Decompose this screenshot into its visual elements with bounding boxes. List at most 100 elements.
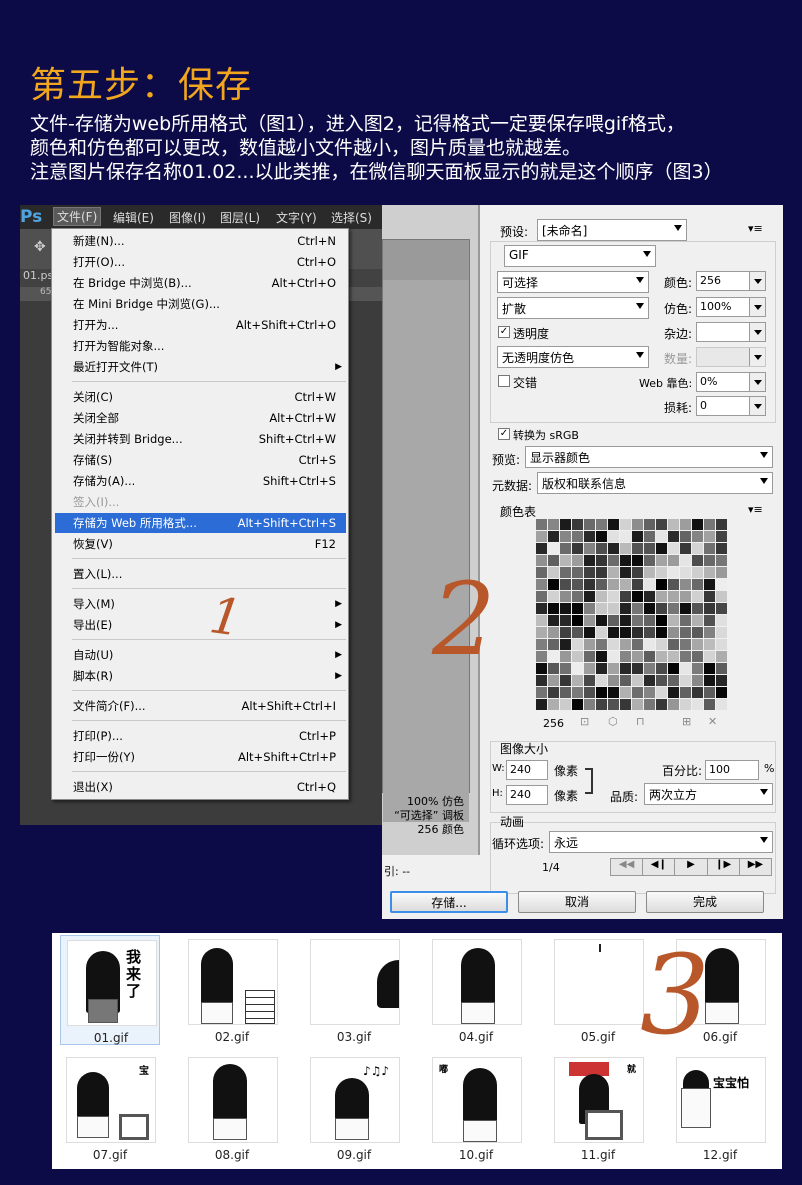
file-item[interactable]: 嘟 10.gif [426, 1053, 526, 1163]
palette-swatch[interactable] [644, 579, 655, 590]
palette-swatch[interactable] [692, 663, 703, 674]
palette-swatch[interactable] [632, 675, 643, 686]
menu-type[interactable]: 文字(Y) [276, 209, 317, 226]
palette-swatch[interactable] [632, 555, 643, 566]
menu-item-new[interactable]: 新建(N)... Ctrl+N [55, 231, 346, 251]
palette-swatch[interactable] [620, 567, 631, 578]
palette-swatch[interactable] [632, 651, 643, 662]
palette-swatch[interactable] [668, 615, 679, 626]
palette-swatch[interactable] [596, 531, 607, 542]
palette-swatch[interactable] [656, 603, 667, 614]
prev-frame-icon[interactable]: ◀❙ [643, 859, 676, 875]
palette-swatch[interactable] [668, 663, 679, 674]
palette-swatch[interactable] [692, 555, 703, 566]
palette-swatch[interactable] [656, 591, 667, 602]
palette-swatch[interactable] [608, 531, 619, 542]
palette-swatch[interactable] [584, 603, 595, 614]
menu-item-recent[interactable]: 最近打开文件(T) ▶ [55, 357, 346, 377]
palette-swatch[interactable] [704, 531, 715, 542]
palette-swatch[interactable] [668, 639, 679, 650]
palette-swatch[interactable] [680, 543, 691, 554]
color-palette[interactable] [536, 519, 728, 711]
palette-swatch[interactable] [572, 675, 583, 686]
palette-swatch[interactable] [608, 615, 619, 626]
menu-file[interactable]: 文件(F) [53, 207, 102, 226]
loop-select[interactable]: 永远 [549, 831, 773, 853]
palette-swatch[interactable] [596, 639, 607, 650]
file-item[interactable]: 02.gif [182, 935, 282, 1045]
height-input[interactable]: 240 [506, 785, 548, 805]
palette-swatch[interactable] [572, 531, 583, 542]
palette-swatch[interactable] [644, 639, 655, 650]
menu-item-print[interactable]: 打印(P)... Ctrl+P [55, 726, 346, 746]
palette-swatch[interactable] [536, 627, 547, 638]
palette-swatch[interactable] [620, 627, 631, 638]
transparency-checkbox[interactable]: ✓ [498, 326, 510, 338]
palette-swatch[interactable] [680, 627, 691, 638]
palette-swatch[interactable] [644, 591, 655, 602]
palette-swatch[interactable] [596, 579, 607, 590]
palette-swatch[interactable] [692, 675, 703, 686]
palette-swatch[interactable] [656, 531, 667, 542]
palette-swatch[interactable] [548, 603, 559, 614]
file-item[interactable]: 宝宝怕 12.gif [670, 1053, 770, 1163]
palette-swatch[interactable] [620, 663, 631, 674]
palette-swatch[interactable] [704, 591, 715, 602]
palette-swatch[interactable] [608, 591, 619, 602]
palette-swatch[interactable] [620, 675, 631, 686]
palette-swatch[interactable] [632, 531, 643, 542]
palette-swatch[interactable] [596, 519, 607, 530]
menu-item-open-as[interactable]: 打开为... Alt+Shift+Ctrl+O [55, 315, 346, 335]
palette-swatch[interactable] [668, 603, 679, 614]
palette-swatch[interactable] [560, 519, 571, 530]
palette-swatch[interactable] [560, 639, 571, 650]
palette-swatch[interactable] [716, 555, 727, 566]
palette-swatch[interactable] [644, 687, 655, 698]
palette-swatch[interactable] [680, 615, 691, 626]
palette-swatch[interactable] [680, 603, 691, 614]
palette-swatch[interactable] [572, 639, 583, 650]
palette-swatch[interactable] [704, 519, 715, 530]
palette-swatch[interactable] [596, 543, 607, 554]
palette-swatch[interactable] [716, 651, 727, 662]
palette-swatch[interactable] [608, 699, 619, 710]
menu-item-close-all[interactable]: 关闭全部 Alt+Ctrl+W [55, 408, 346, 428]
palette-swatch[interactable] [632, 543, 643, 554]
palette-swatch[interactable] [644, 555, 655, 566]
palette-swatch[interactable] [560, 651, 571, 662]
palette-swatch[interactable] [548, 651, 559, 662]
palette-swatch[interactable] [692, 519, 703, 530]
palette-swatch[interactable] [584, 639, 595, 650]
panel-menu-icon[interactable]: ▾≡ [748, 222, 763, 235]
palette-swatch[interactable] [644, 699, 655, 710]
file-item[interactable]: 08.gif [182, 1053, 282, 1163]
palette-swatch[interactable] [656, 543, 667, 554]
palette-swatch[interactable] [572, 603, 583, 614]
palette-swatch[interactable] [620, 615, 631, 626]
palette-swatch[interactable] [572, 663, 583, 674]
matte-select[interactable] [696, 322, 766, 342]
palette-swatch[interactable] [536, 519, 547, 530]
menu-item-browse-bridge[interactable]: 在 Bridge 中浏览(B)... Alt+Ctrl+O [55, 273, 346, 293]
palette-swatch[interactable] [620, 579, 631, 590]
palette-swatch[interactable] [608, 627, 619, 638]
palette-swatch[interactable] [548, 627, 559, 638]
palette-swatch[interactable] [716, 531, 727, 542]
menu-item-scripts[interactable]: 脚本(R) ▶ [55, 666, 346, 686]
palette-swatch[interactable] [680, 531, 691, 542]
quality-select[interactable]: 两次立方 [644, 783, 773, 805]
palette-swatch[interactable] [548, 687, 559, 698]
palette-swatch[interactable] [644, 615, 655, 626]
move-tool-icon[interactable]: ✥ [34, 239, 46, 255]
palette-swatch[interactable] [716, 663, 727, 674]
palette-swatch[interactable] [656, 675, 667, 686]
palette-swatch[interactable] [584, 663, 595, 674]
palette-swatch[interactable] [572, 567, 583, 578]
palette-swatch[interactable] [668, 531, 679, 542]
palette-swatch[interactable] [656, 615, 667, 626]
palette-swatch[interactable] [656, 519, 667, 530]
palette-swatch[interactable] [536, 531, 547, 542]
palette-swatch[interactable] [536, 639, 547, 650]
palette-swatch[interactable] [572, 519, 583, 530]
palette-swatch[interactable] [572, 699, 583, 710]
